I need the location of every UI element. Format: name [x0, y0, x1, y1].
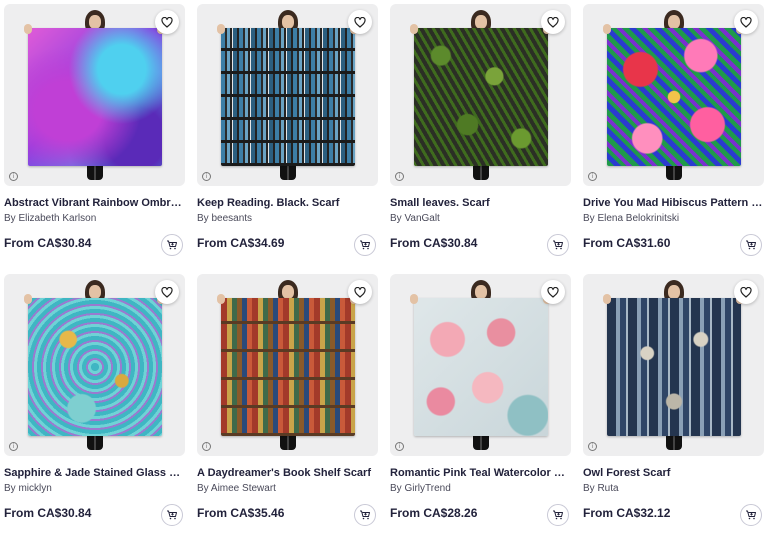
- product-title[interactable]: Keep Reading. Black. Scarf: [197, 197, 378, 209]
- model-face: [89, 15, 101, 29]
- info-icon[interactable]: i: [202, 442, 211, 451]
- scarf-print: [414, 28, 548, 166]
- model-hand: [217, 294, 225, 304]
- model-hand: [410, 294, 418, 304]
- add-to-cart-icon[interactable]: [354, 504, 376, 526]
- scarf-print: [28, 28, 162, 166]
- product-price: From CA$30.84: [4, 236, 92, 250]
- add-to-cart-icon[interactable]: [354, 234, 376, 256]
- product-price: From CA$30.84: [4, 506, 92, 520]
- heart-icon[interactable]: [348, 10, 372, 34]
- product-card[interactable]: i A Daydreamer's Book Shelf Scarf By Aimee…: [197, 274, 378, 536]
- model-hand: [603, 294, 611, 304]
- product-price: From CA$31.60: [583, 236, 671, 250]
- model-legs: [280, 164, 296, 180]
- add-to-cart-icon[interactable]: [547, 234, 569, 256]
- info-icon[interactable]: i: [588, 442, 597, 451]
- product-title[interactable]: Abstract Vibrant Rainbow Ombre S...: [4, 197, 185, 209]
- model-legs: [87, 434, 103, 450]
- model-face: [668, 285, 680, 299]
- model-hand: [217, 24, 225, 34]
- model-face: [89, 285, 101, 299]
- product-price: From CA$34.69: [197, 236, 285, 250]
- heart-icon[interactable]: [734, 280, 758, 304]
- heart-icon[interactable]: [155, 10, 179, 34]
- model-face: [475, 15, 487, 29]
- model-hand: [24, 24, 32, 34]
- product-artist[interactable]: By GirlyTrend: [390, 483, 571, 494]
- model-face: [668, 15, 680, 29]
- info-icon[interactable]: i: [395, 172, 404, 181]
- model-hand: [410, 24, 418, 34]
- product-price: From CA$28.26: [390, 506, 478, 520]
- heart-icon[interactable]: [541, 10, 565, 34]
- add-to-cart-icon[interactable]: [740, 234, 762, 256]
- product-title[interactable]: Drive You Mad Hibiscus Pattern Sc...: [583, 197, 764, 209]
- product-image[interactable]: i: [197, 274, 378, 456]
- product-card[interactable]: i Romantic Pink Teal Watercolor Chi... By …: [390, 274, 571, 536]
- product-card[interactable]: i Keep Reading. Black. Scarf By beesants Fr…: [197, 4, 378, 274]
- product-image[interactable]: i: [583, 4, 764, 186]
- model-legs: [473, 434, 489, 450]
- info-icon[interactable]: i: [9, 442, 18, 451]
- product-artist[interactable]: By Ruta: [583, 483, 764, 494]
- product-title[interactable]: Small leaves. Scarf: [390, 197, 571, 209]
- product-card[interactable]: i Small leaves. Scarf By VanGalt From CA$30…: [390, 4, 571, 274]
- product-card[interactable]: i Abstract Vibrant Rainbow Ombre S... By E…: [4, 4, 185, 274]
- scarf-print: [221, 298, 355, 436]
- product-artist[interactable]: By VanGalt: [390, 213, 571, 224]
- model-face: [475, 285, 487, 299]
- product-artist[interactable]: By Elena Belokrinitski: [583, 213, 764, 224]
- scarf-print: [607, 298, 741, 436]
- product-card[interactable]: i Sapphire & Jade Stained Glass Ma... By m…: [4, 274, 185, 536]
- heart-icon[interactable]: [155, 280, 179, 304]
- model-legs: [666, 434, 682, 450]
- info-icon[interactable]: i: [9, 172, 18, 181]
- info-icon[interactable]: i: [588, 172, 597, 181]
- product-card[interactable]: i Drive You Mad Hibiscus Pattern Sc... By …: [583, 4, 764, 274]
- heart-icon[interactable]: [541, 280, 565, 304]
- heart-icon[interactable]: [348, 280, 372, 304]
- info-icon[interactable]: i: [202, 172, 211, 181]
- product-image[interactable]: i: [583, 274, 764, 456]
- product-grid: i Abstract Vibrant Rainbow Ombre S... By E…: [4, 4, 764, 536]
- add-to-cart-icon[interactable]: [740, 504, 762, 526]
- product-title[interactable]: Owl Forest Scarf: [583, 467, 764, 479]
- model-face: [282, 285, 294, 299]
- add-to-cart-icon[interactable]: [547, 504, 569, 526]
- product-card[interactable]: i Owl Forest Scarf By Ruta From CA$32.12: [583, 274, 764, 536]
- model-legs: [87, 164, 103, 180]
- product-title[interactable]: A Daydreamer's Book Shelf Scarf: [197, 467, 378, 479]
- product-artist[interactable]: By Aimee Stewart: [197, 483, 378, 494]
- product-title[interactable]: Romantic Pink Teal Watercolor Chi...: [390, 467, 571, 479]
- heart-icon[interactable]: [734, 10, 758, 34]
- add-to-cart-icon[interactable]: [161, 234, 183, 256]
- scarf-print: [607, 28, 741, 166]
- model-legs: [666, 164, 682, 180]
- product-image[interactable]: i: [390, 4, 571, 186]
- model-legs: [280, 434, 296, 450]
- product-artist[interactable]: By Elizabeth Karlson: [4, 213, 185, 224]
- product-image[interactable]: i: [390, 274, 571, 456]
- info-icon[interactable]: i: [395, 442, 404, 451]
- product-price: From CA$35.46: [197, 506, 285, 520]
- product-artist[interactable]: By micklyn: [4, 483, 185, 494]
- product-image[interactable]: i: [197, 4, 378, 186]
- model-hand: [603, 24, 611, 34]
- scarf-print: [414, 298, 548, 436]
- product-price: From CA$32.12: [583, 506, 671, 520]
- product-image[interactable]: i: [4, 4, 185, 186]
- model-hand: [24, 294, 32, 304]
- scarf-print: [221, 28, 355, 166]
- scarf-print: [28, 298, 162, 436]
- model-legs: [473, 164, 489, 180]
- add-to-cart-icon[interactable]: [161, 504, 183, 526]
- product-price: From CA$30.84: [390, 236, 478, 250]
- product-title[interactable]: Sapphire & Jade Stained Glass Ma...: [4, 467, 185, 479]
- model-face: [282, 15, 294, 29]
- product-image[interactable]: i: [4, 274, 185, 456]
- product-artist[interactable]: By beesants: [197, 213, 378, 224]
